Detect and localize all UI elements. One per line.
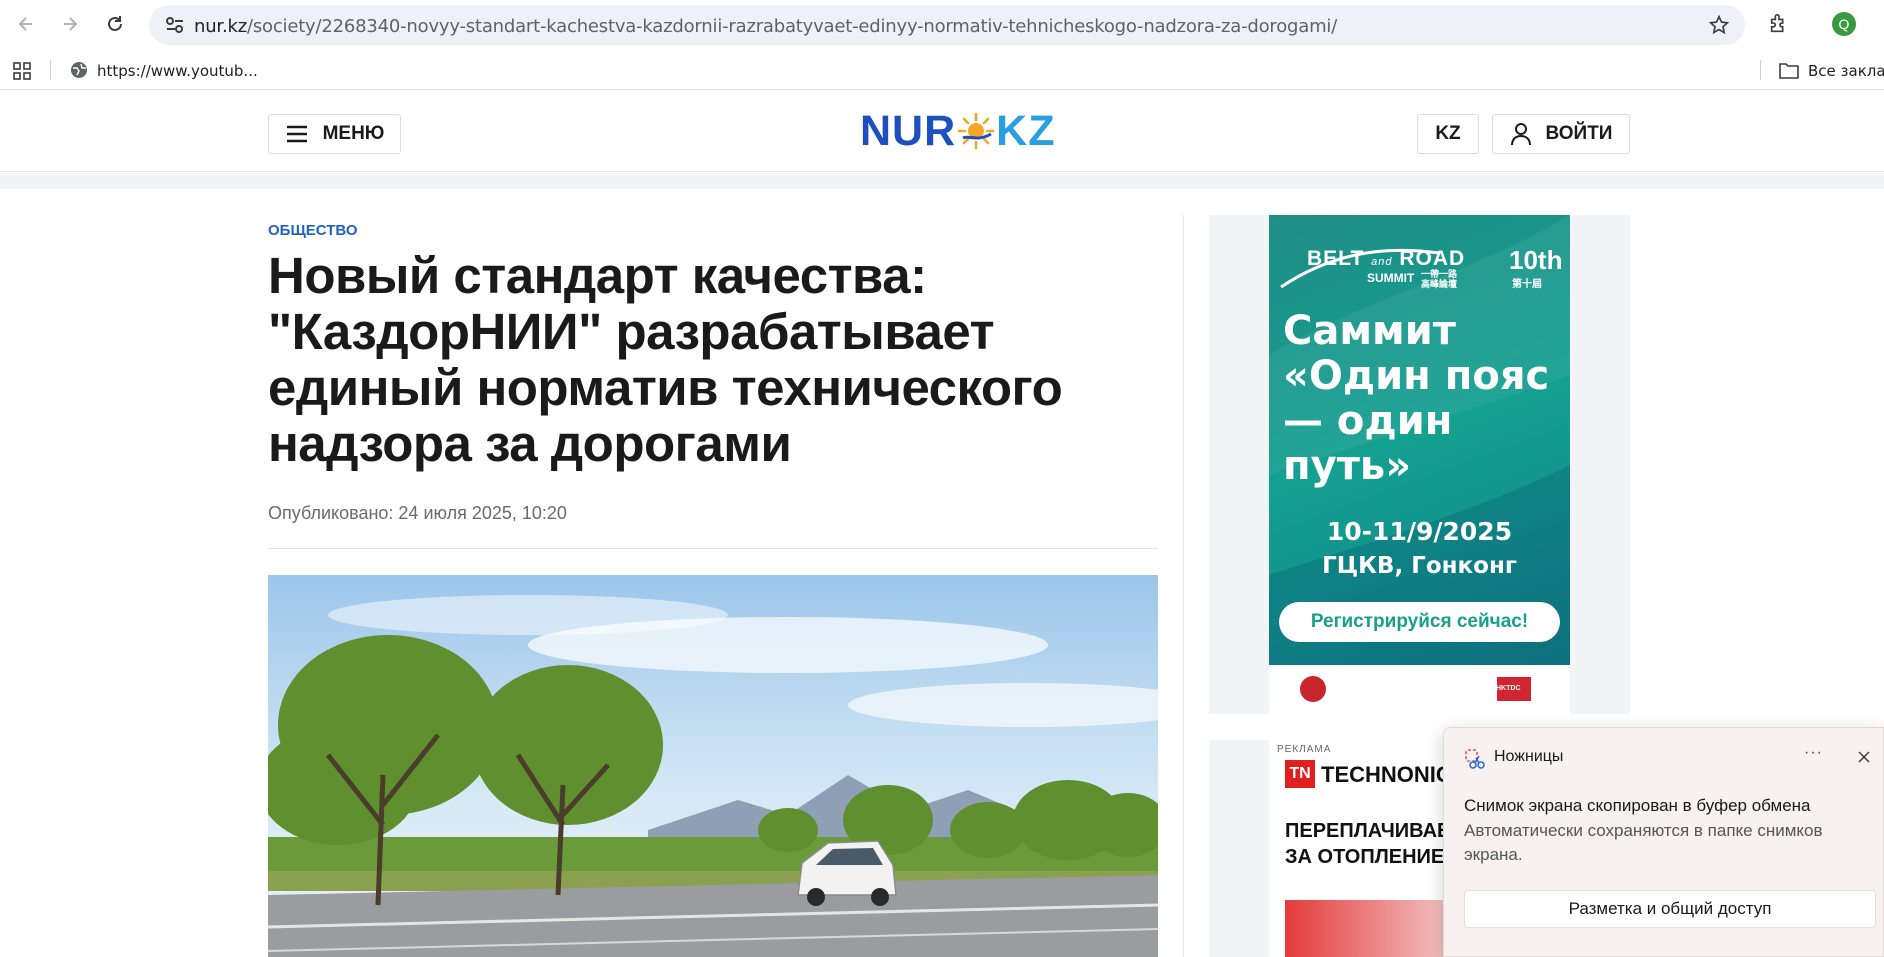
article-headline: Новый стандарт качества: "КаздорНИИ" раз… bbox=[268, 247, 1063, 472]
article-divider bbox=[268, 548, 1158, 549]
bookmark-star-icon[interactable] bbox=[1709, 15, 1729, 35]
menu-label: МЕНЮ bbox=[322, 123, 385, 144]
ad-edition: 10th bbox=[1509, 245, 1563, 275]
url-text: nur.kz/society/2268340-novyy-standart-ka… bbox=[194, 16, 1338, 37]
belt-road-summit-ad[interactable]: BELT and ROAD SUMMIT 一帶一路 高峰論壇 10th 第十屆 … bbox=[1269, 215, 1570, 714]
snipping-toast[interactable]: Ножницы ··· Снимок экрана скопирован в б… bbox=[1443, 727, 1884, 957]
lang-label: KZ bbox=[1435, 123, 1461, 144]
article-photo[interactable] bbox=[268, 575, 1158, 957]
scissors-icon bbox=[1465, 749, 1485, 769]
publish-date: Опубликовано: 24 июля 2025, 10:20 bbox=[268, 503, 567, 523]
header-spacer bbox=[0, 173, 1884, 189]
bookmark-youtube-label[interactable]: https://www.youtub... bbox=[97, 62, 258, 80]
reload-button[interactable] bbox=[101, 10, 129, 38]
globe-icon bbox=[71, 62, 87, 78]
menu-button[interactable]: МЕНЮ bbox=[268, 114, 401, 154]
ad2-image bbox=[1285, 900, 1465, 957]
sun-logo-icon bbox=[957, 112, 995, 150]
hamburger-icon bbox=[286, 125, 307, 143]
bookmarks-bar: https://www.youtub... Все заклад bbox=[0, 50, 1884, 90]
ad-venue: ГЦКВ, Гонконг bbox=[1322, 553, 1517, 579]
profile-avatar[interactable]: Q bbox=[1832, 12, 1856, 36]
browser-toolbar: nur.kz/society/2268340-novyy-standart-ka… bbox=[0, 0, 1884, 48]
puzzle-icon bbox=[1770, 14, 1784, 33]
back-button[interactable] bbox=[12, 10, 40, 38]
address-bar[interactable]: nur.kz/society/2268340-novyy-standart-ka… bbox=[149, 5, 1745, 45]
ad-edition-cjk: 第十屆 bbox=[1512, 279, 1542, 290]
ad-label: РЕКЛАМА bbox=[1277, 744, 1332, 755]
folder-icon bbox=[1779, 63, 1799, 79]
toast-more-button[interactable]: ··· bbox=[1804, 744, 1823, 762]
toast-message-body: Автоматически сохраняются в папке снимко… bbox=[1464, 821, 1823, 864]
login-label: ВОЙТИ bbox=[1545, 123, 1613, 144]
ad-dates: 10-11/9/2025 bbox=[1326, 517, 1513, 546]
bookmarks-divider-right bbox=[1760, 60, 1761, 80]
login-button[interactable]: ВОЙТИ bbox=[1492, 114, 1630, 154]
article-category[interactable]: ОБЩЕСТВО bbox=[268, 222, 358, 239]
lang-switch-button[interactable]: KZ bbox=[1417, 114, 1479, 154]
hktdc-logo: HKTDC bbox=[1496, 685, 1521, 692]
toast-app-name: Ножницы bbox=[1494, 748, 1564, 765]
bookmark-youtube[interactable] bbox=[70, 57, 88, 83]
ad-register-button[interactable]: Регистрируйся сейчас! bbox=[1279, 602, 1560, 642]
column-separator bbox=[1183, 215, 1184, 957]
ad-summit-label: SUMMIT bbox=[1367, 271, 1415, 285]
extensions-button[interactable] bbox=[1765, 10, 1793, 38]
site-logo[interactable]: NUR KZ bbox=[860, 106, 1056, 155]
logo-nur: NUR bbox=[860, 106, 957, 155]
user-icon bbox=[1510, 123, 1531, 146]
road-photo-illustration bbox=[268, 575, 1158, 957]
close-icon[interactable] bbox=[1857, 750, 1871, 764]
all-bookmarks-link[interactable]: Все заклад bbox=[1808, 62, 1884, 80]
ad-headline: Саммит «Один пояс — один путь» bbox=[1283, 308, 1550, 489]
ad-brand: BELT and ROAD bbox=[1307, 247, 1466, 270]
logo-kz: KZ bbox=[996, 106, 1056, 155]
bookmarks-divider bbox=[50, 60, 51, 80]
toast-message-title: Снимок экрана скопирован в буфер обмена bbox=[1464, 796, 1811, 815]
reload-icon bbox=[108, 16, 122, 31]
forward-arrow-icon bbox=[64, 17, 78, 31]
ad2-text: ПЕРЕПЛАЧИВАЕ ЗА ОТОПЛЕНИЕ bbox=[1285, 820, 1451, 868]
apps-grid-icon[interactable] bbox=[13, 62, 31, 80]
forward-button[interactable] bbox=[56, 10, 84, 38]
markup-share-button[interactable]: Разметка и общий доступ bbox=[1464, 890, 1876, 928]
technonico-logo-icon: TN bbox=[1285, 760, 1315, 788]
ad-cjk-label: 一帶一路 高峰論壇 bbox=[1421, 269, 1458, 289]
site-info-icon[interactable] bbox=[165, 16, 185, 34]
back-arrow-icon bbox=[18, 17, 32, 31]
